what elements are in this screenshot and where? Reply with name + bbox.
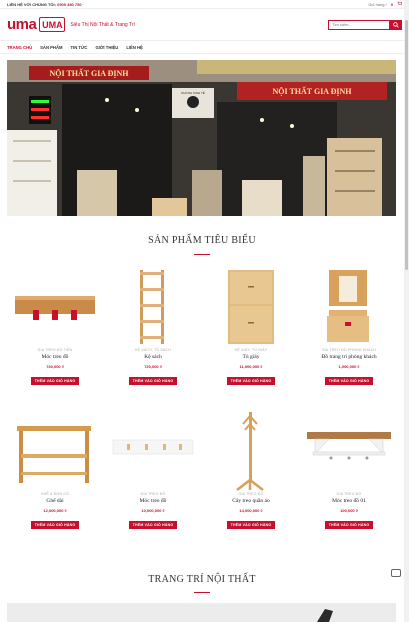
- product-image[interactable]: [203, 410, 299, 492]
- logo-text: uma: [7, 16, 37, 33]
- tagline: Siêu Thị Nội Thất & Trang Trí: [70, 21, 135, 28]
- product-category[interactable]: GIA TREO ĐỒ TIỆN: [7, 348, 103, 352]
- product-card[interactable]: GIA TREO ĐỒ Móc treo đồ 01 100,000 ₫ THÊ…: [301, 410, 397, 531]
- product-name[interactable]: Tủ giày: [203, 354, 299, 360]
- product-price: 1,000,000 ₫: [338, 364, 360, 369]
- product-image[interactable]: [301, 410, 397, 492]
- product-price: 100,000 ₫: [340, 508, 358, 513]
- add-to-cart-button[interactable]: THÊM VÀO GIỎ HÀNG: [30, 521, 80, 529]
- hotline-number[interactable]: 0909 380 750: [57, 2, 81, 7]
- decor-title: TRANG TRÍ NỘI THẤT: [148, 574, 256, 585]
- product-name[interactable]: Kệ sách: [105, 354, 201, 360]
- hotline-label: LIÊN HỆ VỚI CHÚNG TÔI:: [7, 1, 58, 7]
- cart-link[interactable]: Giỏ hàng / 0: [368, 1, 403, 7]
- product-category[interactable]: GIA TREO ĐỒ PHÒNG KHÁCH: [301, 348, 397, 352]
- scrollbar[interactable]: [404, 0, 409, 622]
- main-nav: TRANG CHỦ SẢN PHẨM TIN TỨC GIỚI THIỆU LI…: [0, 40, 409, 54]
- storefront-photo: NỘI THẤT GIA ĐỊNH NỘI THẤT GIA ĐỊNH PHÒN…: [7, 60, 396, 216]
- product-category[interactable]: GIA TREO ĐỒ: [203, 492, 299, 496]
- product-card[interactable]: GIA TREO ĐỒ PHÒNG KHÁCH Đồ trang trí phò…: [301, 266, 397, 387]
- product-name[interactable]: Ghế dài: [7, 498, 103, 504]
- search-form: [328, 19, 402, 30]
- product-image[interactable]: [7, 266, 103, 348]
- product-image[interactable]: [203, 266, 299, 348]
- scroll-to-top-button[interactable]: [391, 569, 401, 577]
- product-name[interactable]: Cây treo quần áo: [203, 498, 299, 504]
- featured-title: SẢN PHẨM TIÊU BIỂU: [148, 235, 256, 246]
- product-price: 12,000,000 ₫: [43, 508, 67, 513]
- product-card[interactable]: KỆ SÁCH, TỦ SÁCH Kệ sách 720,000 ₫ THÊM …: [105, 266, 201, 387]
- nav-home[interactable]: TRANG CHỦ: [7, 45, 32, 50]
- product-card[interactable]: KỆ GIÀY, TỦ GIÀY Tủ giày 11,000,000 ₫ TH…: [203, 266, 299, 387]
- add-to-cart-button[interactable]: THÊM VÀO GIỎ HÀNG: [128, 377, 178, 385]
- product-name[interactable]: Móc treo đồ: [7, 354, 103, 360]
- product-category[interactable]: GIA TREO ĐỒ: [301, 492, 397, 496]
- title-divider: [194, 254, 210, 255]
- cart-count: 0: [390, 1, 393, 7]
- logo[interactable]: uma UMA Siêu Thị Nội Thất & Trang Trí: [7, 16, 135, 33]
- hotline: LIÊN HỆ VỚI CHÚNG TÔI: 0909 380 750: [7, 2, 82, 7]
- product-price: 11,000,000 ₫: [239, 364, 263, 369]
- product-name[interactable]: Móc treo đồ 01: [301, 498, 397, 504]
- product-image[interactable]: [105, 410, 201, 492]
- nav-products[interactable]: SẢN PHẨM: [40, 45, 62, 50]
- sign-small: PHÒNG KINH TẾ: [181, 90, 205, 95]
- product-image[interactable]: [301, 266, 397, 348]
- product-category[interactable]: GHẾ & ĐÔN GỖ: [7, 492, 103, 496]
- product-price: 730,000 ₫: [46, 364, 64, 369]
- add-to-cart-button[interactable]: THÊM VÀO GIỎ HÀNG: [30, 377, 80, 385]
- top-bar: LIÊN HỆ VỚI CHÚNG TÔI: 0909 380 750 Giỏ …: [0, 0, 409, 9]
- product-price: 720,000 ₫: [144, 364, 162, 369]
- scrollbar-thumb[interactable]: [405, 20, 408, 270]
- product-category[interactable]: KỆ GIÀY, TỦ GIÀY: [203, 348, 299, 352]
- search-input[interactable]: [328, 19, 390, 30]
- product-price: 14,000,000 ₫: [239, 508, 263, 513]
- product-image[interactable]: [7, 410, 103, 492]
- product-card[interactable]: GIA TREO ĐỒ TIỆN Móc treo đồ 730,000 ₫ T…: [7, 266, 103, 387]
- add-to-cart-button[interactable]: THÊM VÀO GIỎ HÀNG: [226, 377, 276, 385]
- hero-banner[interactable]: NỘI THẤT GIA ĐỊNH NỘI THẤT GIA ĐỊNH PHÒN…: [7, 60, 396, 216]
- product-card[interactable]: GIA TREO ĐỒ Cây treo quần áo 14,000,000 …: [203, 410, 299, 531]
- nav-contact[interactable]: LIÊN HỆ: [126, 45, 143, 50]
- product-image[interactable]: [105, 266, 201, 348]
- search-button[interactable]: [390, 19, 402, 30]
- search-icon: [393, 21, 399, 28]
- site-header: uma UMA Siêu Thị Nội Thất & Trang Trí: [0, 9, 409, 40]
- decor-banner[interactable]: [7, 603, 396, 622]
- logo-mark: UMA: [39, 17, 66, 32]
- add-to-cart-button[interactable]: THÊM VÀO GIỎ HÀNG: [324, 377, 374, 385]
- add-to-cart-button[interactable]: THÊM VÀO GIỎ HÀNG: [128, 521, 178, 529]
- product-price: 10,000,000 ₫: [141, 508, 165, 513]
- product-category[interactable]: KỆ SÁCH, TỦ SÁCH: [105, 348, 201, 352]
- cart-label: Giỏ hàng /: [368, 1, 387, 7]
- cart-icon: [397, 1, 403, 7]
- nav-news[interactable]: TIN TỨC: [70, 45, 87, 50]
- product-card[interactable]: GHẾ & ĐÔN GỖ Ghế dài 12,000,000 ₫ THÊM V…: [7, 410, 103, 531]
- title-divider: [194, 592, 210, 593]
- sign-left: NỘI THẤT GIA ĐỊNH: [49, 68, 129, 78]
- product-category[interactable]: GIA TREO ĐỒ: [105, 492, 201, 496]
- product-name[interactable]: Móc treo đồ: [105, 498, 201, 504]
- add-to-cart-button[interactable]: THÊM VÀO GIỎ HÀNG: [324, 521, 374, 529]
- product-name[interactable]: Đồ trang trí phòng khách: [301, 354, 397, 360]
- product-card[interactable]: GIA TREO ĐỒ Móc treo đồ 10,000,000 ₫ THÊ…: [105, 410, 201, 531]
- add-to-cart-button[interactable]: THÊM VÀO GIỎ HÀNG: [226, 521, 276, 529]
- sign-right: NỘI THẤT GIA ĐỊNH: [272, 86, 352, 96]
- nav-about[interactable]: GIỚI THIỆU: [95, 45, 118, 50]
